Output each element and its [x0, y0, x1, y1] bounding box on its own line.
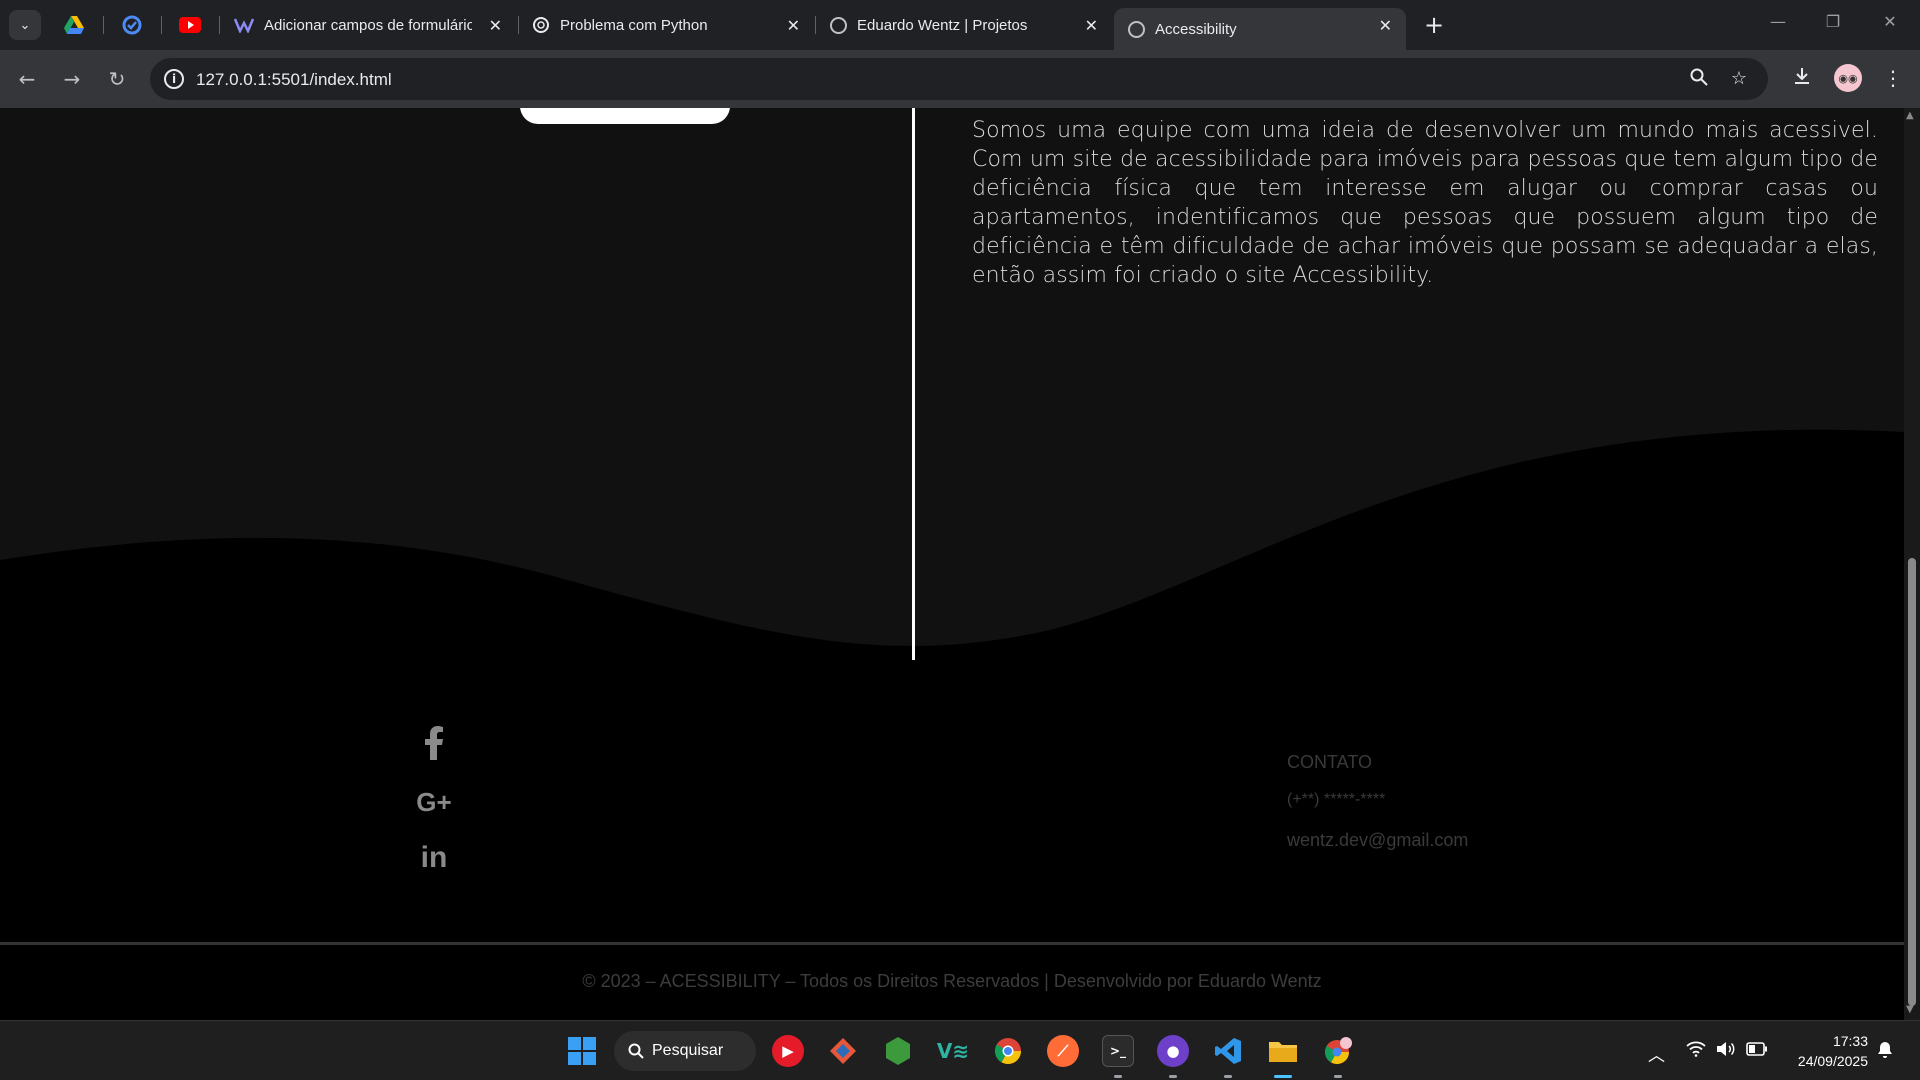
postman-icon[interactable]: ⟋: [1047, 1035, 1079, 1067]
youtube-icon: [179, 17, 201, 33]
tab-title: Adicionar campos de formulário: [264, 16, 472, 34]
pinned-tab-refresh-app[interactable]: [120, 13, 144, 37]
notifications-bell-icon[interactable]: [1876, 1041, 1894, 1064]
scrollbar-thumb[interactable]: [1908, 558, 1916, 1006]
download-icon[interactable]: [1789, 66, 1815, 91]
section-divider: [912, 108, 915, 660]
footer-divider: [0, 942, 1904, 945]
tab-strip: ⌄ Adicionar campos de formulário ✕ Probl…: [0, 0, 1920, 50]
wifi-icon[interactable]: [1686, 1041, 1706, 1062]
tab-adicionar-campos[interactable]: Adicionar campos de formulário ✕: [220, 8, 516, 42]
taskbar-search-label: Pesquisar: [652, 1042, 724, 1059]
clock-time: 17:33: [1832, 1033, 1868, 1049]
youtube-music-icon[interactable]: ▶: [772, 1035, 804, 1067]
restore-button[interactable]: ❐: [1813, 12, 1853, 31]
facebook-icon[interactable]: [416, 726, 452, 762]
file-explorer-icon[interactable]: [1267, 1035, 1299, 1067]
contact-email[interactable]: wentz.dev@gmail.com: [1287, 830, 1468, 851]
url-text[interactable]: 127.0.0.1:5501/index.html: [196, 70, 392, 90]
taskbar-search[interactable]: Pesquisar: [614, 1031, 756, 1071]
site-info-icon[interactable]: i: [164, 69, 184, 89]
menu-kebab-icon[interactable]: ⋮: [1880, 66, 1906, 90]
google-plus-icon[interactable]: G+: [416, 784, 452, 820]
footer-wave: [0, 429, 1904, 1020]
close-window-button[interactable]: ✕: [1870, 12, 1910, 31]
linkedin-icon[interactable]: in: [416, 840, 452, 876]
close-icon[interactable]: ✕: [1379, 16, 1392, 36]
search-icon: [628, 1043, 644, 1059]
close-icon[interactable]: ✕: [787, 16, 800, 36]
tab-title: Accessibility: [1155, 20, 1237, 38]
vb-editor-icon[interactable]: V≋: [937, 1035, 969, 1067]
tab-title: Eduardo Wentz | Projetos: [857, 16, 1028, 34]
nodejs-icon[interactable]: [882, 1035, 914, 1067]
terminal-icon[interactable]: >_: [1102, 1035, 1134, 1067]
globe-icon: [830, 16, 847, 34]
page-viewport: Somos uma equipe com uma ideia de desenv…: [0, 108, 1904, 1020]
copilot-icon: [234, 18, 254, 33]
contact-phone: (+**) *****-****: [1287, 791, 1386, 808]
scroll-down-arrow-icon[interactable]: ▼: [1906, 1004, 1914, 1015]
new-tab-button[interactable]: +: [1419, 11, 1449, 41]
system-clock[interactable]: 17:33 24/09/2025: [1780, 1031, 1868, 1071]
tab-accessibility[interactable]: Accessibility ✕: [1114, 8, 1406, 50]
page-scrollbar[interactable]: ▲ ▼: [1904, 108, 1920, 1020]
github-desktop-icon[interactable]: ●: [1157, 1035, 1189, 1067]
check-circle-icon: [122, 15, 142, 35]
chatgpt-icon: [533, 17, 549, 33]
chrome-profile-icon[interactable]: [1322, 1035, 1354, 1067]
tab-search-button[interactable]: ⌄: [9, 10, 41, 40]
windows-start-icon[interactable]: [568, 1037, 596, 1065]
globe-icon: [1128, 20, 1145, 38]
tab-problema-python[interactable]: Problema com Python ✕: [518, 8, 814, 42]
clock-date: 24/09/2025: [1797, 1053, 1868, 1069]
copyright-text: © 2023 – ACESSIBILITY – Todos os Direito…: [582, 971, 1322, 991]
windows-taskbar: Pesquisar ▶ V≋ ⟋ >_ ● ︿ 17:33 24/09/2025: [0, 1020, 1920, 1080]
git-kraken-icon[interactable]: [827, 1035, 859, 1067]
vscode-icon[interactable]: [1212, 1035, 1244, 1067]
browser-toolbar: ← → ↻ i 127.0.0.1:5501/index.html ☆ ◉◉ ⋮: [0, 50, 1920, 108]
bookmark-star-icon[interactable]: ☆: [1728, 68, 1750, 90]
google-drive-icon: [64, 16, 84, 34]
minimize-button[interactable]: —: [1758, 12, 1798, 31]
contact-heading: CONTATO: [1287, 752, 1372, 772]
battery-icon[interactable]: [1746, 1041, 1768, 1061]
address-bar[interactable]: i 127.0.0.1:5501/index.html ☆: [150, 58, 1768, 100]
close-icon[interactable]: ✕: [1085, 16, 1098, 36]
reload-button[interactable]: ↻: [104, 66, 130, 92]
zoom-icon[interactable]: [1688, 68, 1710, 90]
volume-icon[interactable]: [1716, 1041, 1736, 1062]
scroll-up-arrow-icon[interactable]: ▲: [1906, 110, 1914, 121]
forward-button[interactable]: →: [59, 66, 85, 92]
close-icon[interactable]: ✕: [489, 16, 502, 36]
pinned-tab-drive[interactable]: [62, 13, 86, 37]
back-button[interactable]: ←: [14, 66, 40, 92]
tray-chevron-up-icon[interactable]: ︿: [1648, 1041, 1665, 1066]
pinned-tab-youtube[interactable]: [178, 13, 202, 37]
chrome-icon[interactable]: [992, 1035, 1024, 1067]
tab-title: Problema com Python: [560, 16, 708, 34]
profile-avatar[interactable]: ◉◉: [1834, 64, 1862, 92]
tab-eduardo-wentz[interactable]: Eduardo Wentz | Projetos ✕: [816, 8, 1112, 42]
